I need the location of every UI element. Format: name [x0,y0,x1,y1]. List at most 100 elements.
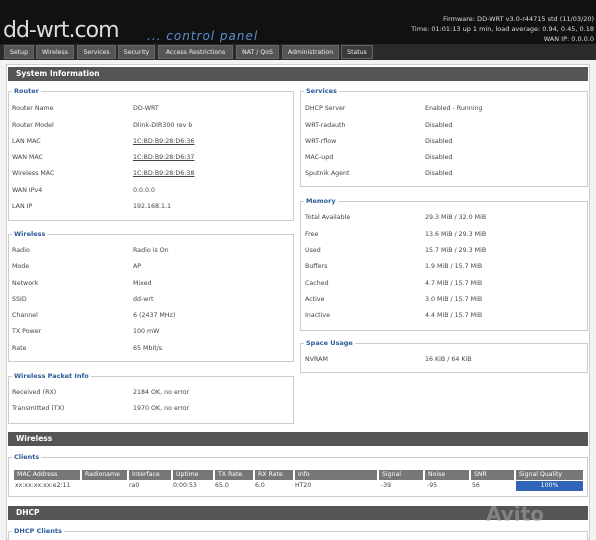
ddwrt-logo[interactable]: dd-wrt.com [3,18,120,43]
nvram-label: NVRAM [305,356,328,363]
channel-value: 6 (2437 MHz) [133,312,176,319]
rate-label: Rate [12,345,27,352]
wan-ipv4-value: 0.0.0.0 [133,187,156,194]
channel-label: Channel [12,312,38,319]
tx-power-value: 100 mW [133,328,160,335]
lan-mac-value[interactable]: 1C:BD:B9:28:D6:36 [133,138,194,145]
col-radioname[interactable]: Radioname [82,470,127,480]
client-tx-rate: 65.0 [215,482,229,489]
col-interface[interactable]: Interface [129,470,171,480]
lan-ip-value: 192.168.1.1 [133,203,172,210]
wireless-mac-value[interactable]: 1C:BD:B9:28:D6:38 [133,170,194,177]
packet-info-fieldset: Wireless Packet Info [8,372,294,424]
ssid-value: dd-wrt [133,296,154,303]
router-name-label: Router Name [12,105,54,112]
tab-status[interactable]: Status [341,45,373,59]
tx-power-label: TX Power [12,328,42,335]
sputnik-agent-value: Disabled [425,170,453,177]
rate-value: 65 Mbit/s [133,345,163,352]
col-mac-address[interactable]: MAC Address [14,470,80,480]
firmware-info: Firmware: DD-WRT v3.0-r44715 std (11/03/… [411,14,594,44]
tab-services[interactable]: Services [77,45,116,59]
services-legend: Services [304,87,339,95]
client-uptime: 0:00:53 [173,482,197,489]
wireless-section-header: Wireless [8,432,588,446]
router-model-value: Dlink-DIR300 rev b [133,122,193,129]
tab-administration[interactable]: Administration [282,45,339,59]
dhcp-server-value: Enabled - Running [425,105,483,112]
space-usage-legend: Space Usage [304,339,355,347]
radio-label: Radio [12,247,30,254]
cached-label: Cached [305,280,329,287]
dhcp-clients-fieldset: DHCP Clients [8,527,588,540]
lan-mac-label: LAN MAC [12,138,41,145]
wan-ipv4-label: WAN IPv4 [12,187,43,194]
wrt-radauth-value: Disabled [425,122,453,129]
col-rx-rate[interactable]: RX Rate [255,470,293,480]
col-info[interactable]: Info [295,470,377,480]
buffers-label: Buffers [305,263,328,270]
tab-nat-qos[interactable]: NAT / QoS [236,45,279,59]
wan-mac-value[interactable]: 1C:BD:B9:28:D6:37 [133,154,194,161]
client-snr: 56 [472,482,480,489]
header-bar: dd-wrt.com ... control panel Firmware: D… [0,0,596,44]
dhcp-server-label: DHCP Server [305,105,346,112]
tx-value: 1970 OK, no error [133,405,190,412]
used-value: 15.7 MiB / 29.3 MiB [425,247,487,254]
mode-value: AP [133,263,142,270]
sputnik-agent-label: Sputnik Agent [305,170,350,177]
wrt-rflow-value: Disabled [425,138,453,145]
wrt-rflow-label: WRT-rflow [305,138,337,145]
router-model-label: Router Model [12,122,54,129]
wireless-mac-label: Wireless MAC [12,170,55,177]
router-name-value: DD-WRT [133,105,159,112]
rx-label: Received (RX) [12,389,57,396]
total-available-value: 29.3 MiB / 32.0 MiB [425,214,487,221]
uptime-load: Time: 01:01:13 up 1 min, load average: 0… [411,25,594,33]
system-info-header: System Information [8,67,588,81]
ssid-label: SSID [12,296,27,303]
client-mac: xx:xx:xx:xx:e2:11 [15,482,71,489]
mode-label: Mode [12,263,30,270]
col-signal-quality[interactable]: Signal Quality [516,470,583,480]
avito-watermark: Avito [486,502,544,526]
nvram-value: 16 KiB / 64 KiB [425,356,472,363]
col-tx-rate[interactable]: TX Rate [215,470,253,480]
tab-security[interactable]: Security [118,45,155,59]
cached-value: 4.7 MiB / 15.7 MiB [425,280,483,287]
client-interface: ra0 [129,482,140,489]
radio-value: Radio is On [133,247,169,254]
rx-value: 2184 OK, no error [133,389,190,396]
col-noise[interactable]: Noise [425,470,469,480]
network-value: Mixed [133,280,152,287]
tab-wireless[interactable]: Wireless [36,45,74,59]
active-value: 3.0 MiB / 15.7 MiB [425,296,483,303]
mac-upd-value: Disabled [425,154,453,161]
used-label: Used [305,247,321,254]
packet-info-legend: Wireless Packet Info [12,372,91,380]
signal-quality-bar: 100% [516,481,583,491]
network-label: Network [12,280,39,287]
firmware-version: Firmware: DD-WRT v3.0-r44715 std (11/03/… [443,15,594,23]
wan-ip: WAN IP: 0.0.0.0 [543,35,594,43]
tx-label: Transmitted (TX) [12,405,65,412]
col-uptime[interactable]: Uptime [173,470,213,480]
inactive-value: 4.4 MiB / 15.7 MiB [425,312,483,319]
tab-setup[interactable]: Setup [4,45,34,59]
col-snr[interactable]: SNR [471,470,514,480]
memory-legend: Memory [304,197,338,205]
router-legend: Router [12,87,41,95]
client-signal: -39 [381,482,392,489]
lan-ip-label: LAN IP [12,203,33,210]
client-info: HT20 [295,482,312,489]
client-noise: -95 [427,482,438,489]
mac-upd-label: MAC-upd [305,154,334,161]
tab-access-restrictions[interactable]: Access Restrictions [158,45,233,59]
col-signal[interactable]: Signal [379,470,423,480]
client-rx-rate: 6.0 [255,482,265,489]
wan-mac-label: WAN MAC [12,154,43,161]
dhcp-clients-legend: DHCP Clients [12,527,64,535]
free-label: Free [305,231,319,238]
free-value: 13.6 MiB / 29.3 MiB [425,231,487,238]
active-label: Active [305,296,325,303]
